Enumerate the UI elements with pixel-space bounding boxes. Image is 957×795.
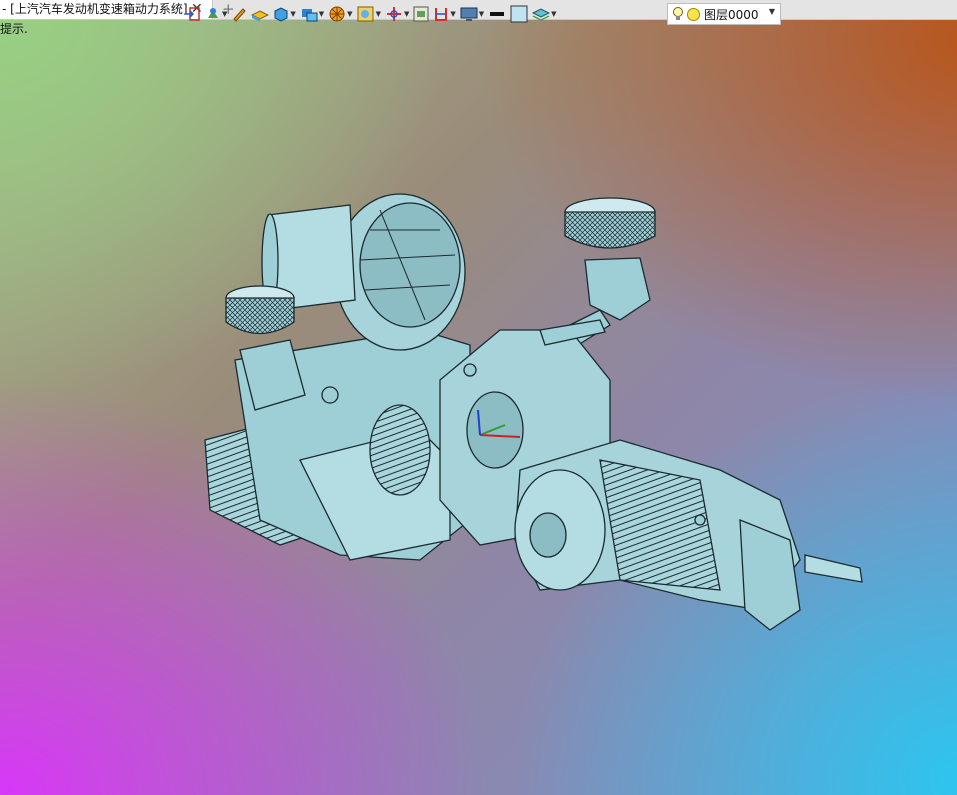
cube-icon <box>274 7 288 22</box>
bulb-icon <box>673 7 683 20</box>
chevron-down-icon[interactable]: ▼ <box>222 10 227 18</box>
frame-button[interactable] <box>413 3 429 25</box>
engine-transmission-model[interactable] <box>0 20 957 795</box>
sheet-button[interactable] <box>251 3 270 25</box>
layer-dropdown[interactable]: 图层0000 ▼ <box>667 3 781 25</box>
view-toolbar: ▼ ▼ ▼ ▼ ▼ ▼ ▼ ▼ ▼ <box>185 2 561 26</box>
hint-text: 提示. <box>0 22 28 36</box>
frame-icon <box>413 6 429 22</box>
layer-color-dot-icon <box>687 7 700 21</box>
color-icon <box>510 5 528 23</box>
render-button[interactable]: ▼ <box>328 3 353 25</box>
monitor-button[interactable]: ▼ <box>460 3 484 25</box>
pencil-icon <box>233 8 247 22</box>
layers-icon <box>208 8 218 18</box>
layers-button[interactable]: ▼ <box>205 3 227 25</box>
line-icon <box>490 12 505 16</box>
sheet-icon <box>251 10 270 22</box>
axis-icon <box>386 7 401 21</box>
color-button[interactable] <box>510 3 528 25</box>
pencil-button[interactable] <box>231 3 247 25</box>
exit-button[interactable] <box>185 3 201 25</box>
section-icon <box>435 8 448 21</box>
chevron-down-icon[interactable]: ▼ <box>347 10 352 18</box>
chevron-down-icon[interactable]: ▼ <box>404 10 409 18</box>
monitor-icon <box>460 7 478 21</box>
chevron-down-icon[interactable]: ▼ <box>551 10 556 18</box>
zoom-button[interactable]: ▼ <box>357 3 381 25</box>
layer-stack-button[interactable]: ▼ <box>532 3 557 25</box>
3d-viewport[interactable] <box>0 20 957 795</box>
exit-icon <box>186 7 200 21</box>
document-tab[interactable]: - [上汽汽车发动机变速箱动力系统] ✕ <box>0 0 213 19</box>
chevron-down-icon[interactable]: ▼ <box>479 10 484 18</box>
view-button[interactable]: ▼ <box>300 3 324 25</box>
render-icon <box>329 6 345 22</box>
chevron-down-icon[interactable]: ▼ <box>769 7 775 16</box>
axis-button[interactable]: ▼ <box>385 3 409 25</box>
document-tab-title: - [上汽汽车发动机变速箱动力系统] <box>2 2 188 16</box>
layer-stack-icon <box>532 8 551 21</box>
chevron-down-icon[interactable]: ▼ <box>450 10 455 18</box>
line-style-button[interactable] <box>488 3 506 25</box>
cube-button[interactable]: ▼ <box>273 3 296 25</box>
view-icon <box>301 9 318 22</box>
chevron-down-icon[interactable]: ▼ <box>376 10 381 18</box>
chevron-down-icon[interactable]: ▼ <box>290 10 295 18</box>
chevron-down-icon[interactable]: ▼ <box>319 10 324 18</box>
layer-name: 图层0000 <box>704 7 759 22</box>
section-button[interactable]: ▼ <box>433 3 456 25</box>
zoom-icon <box>357 6 374 22</box>
